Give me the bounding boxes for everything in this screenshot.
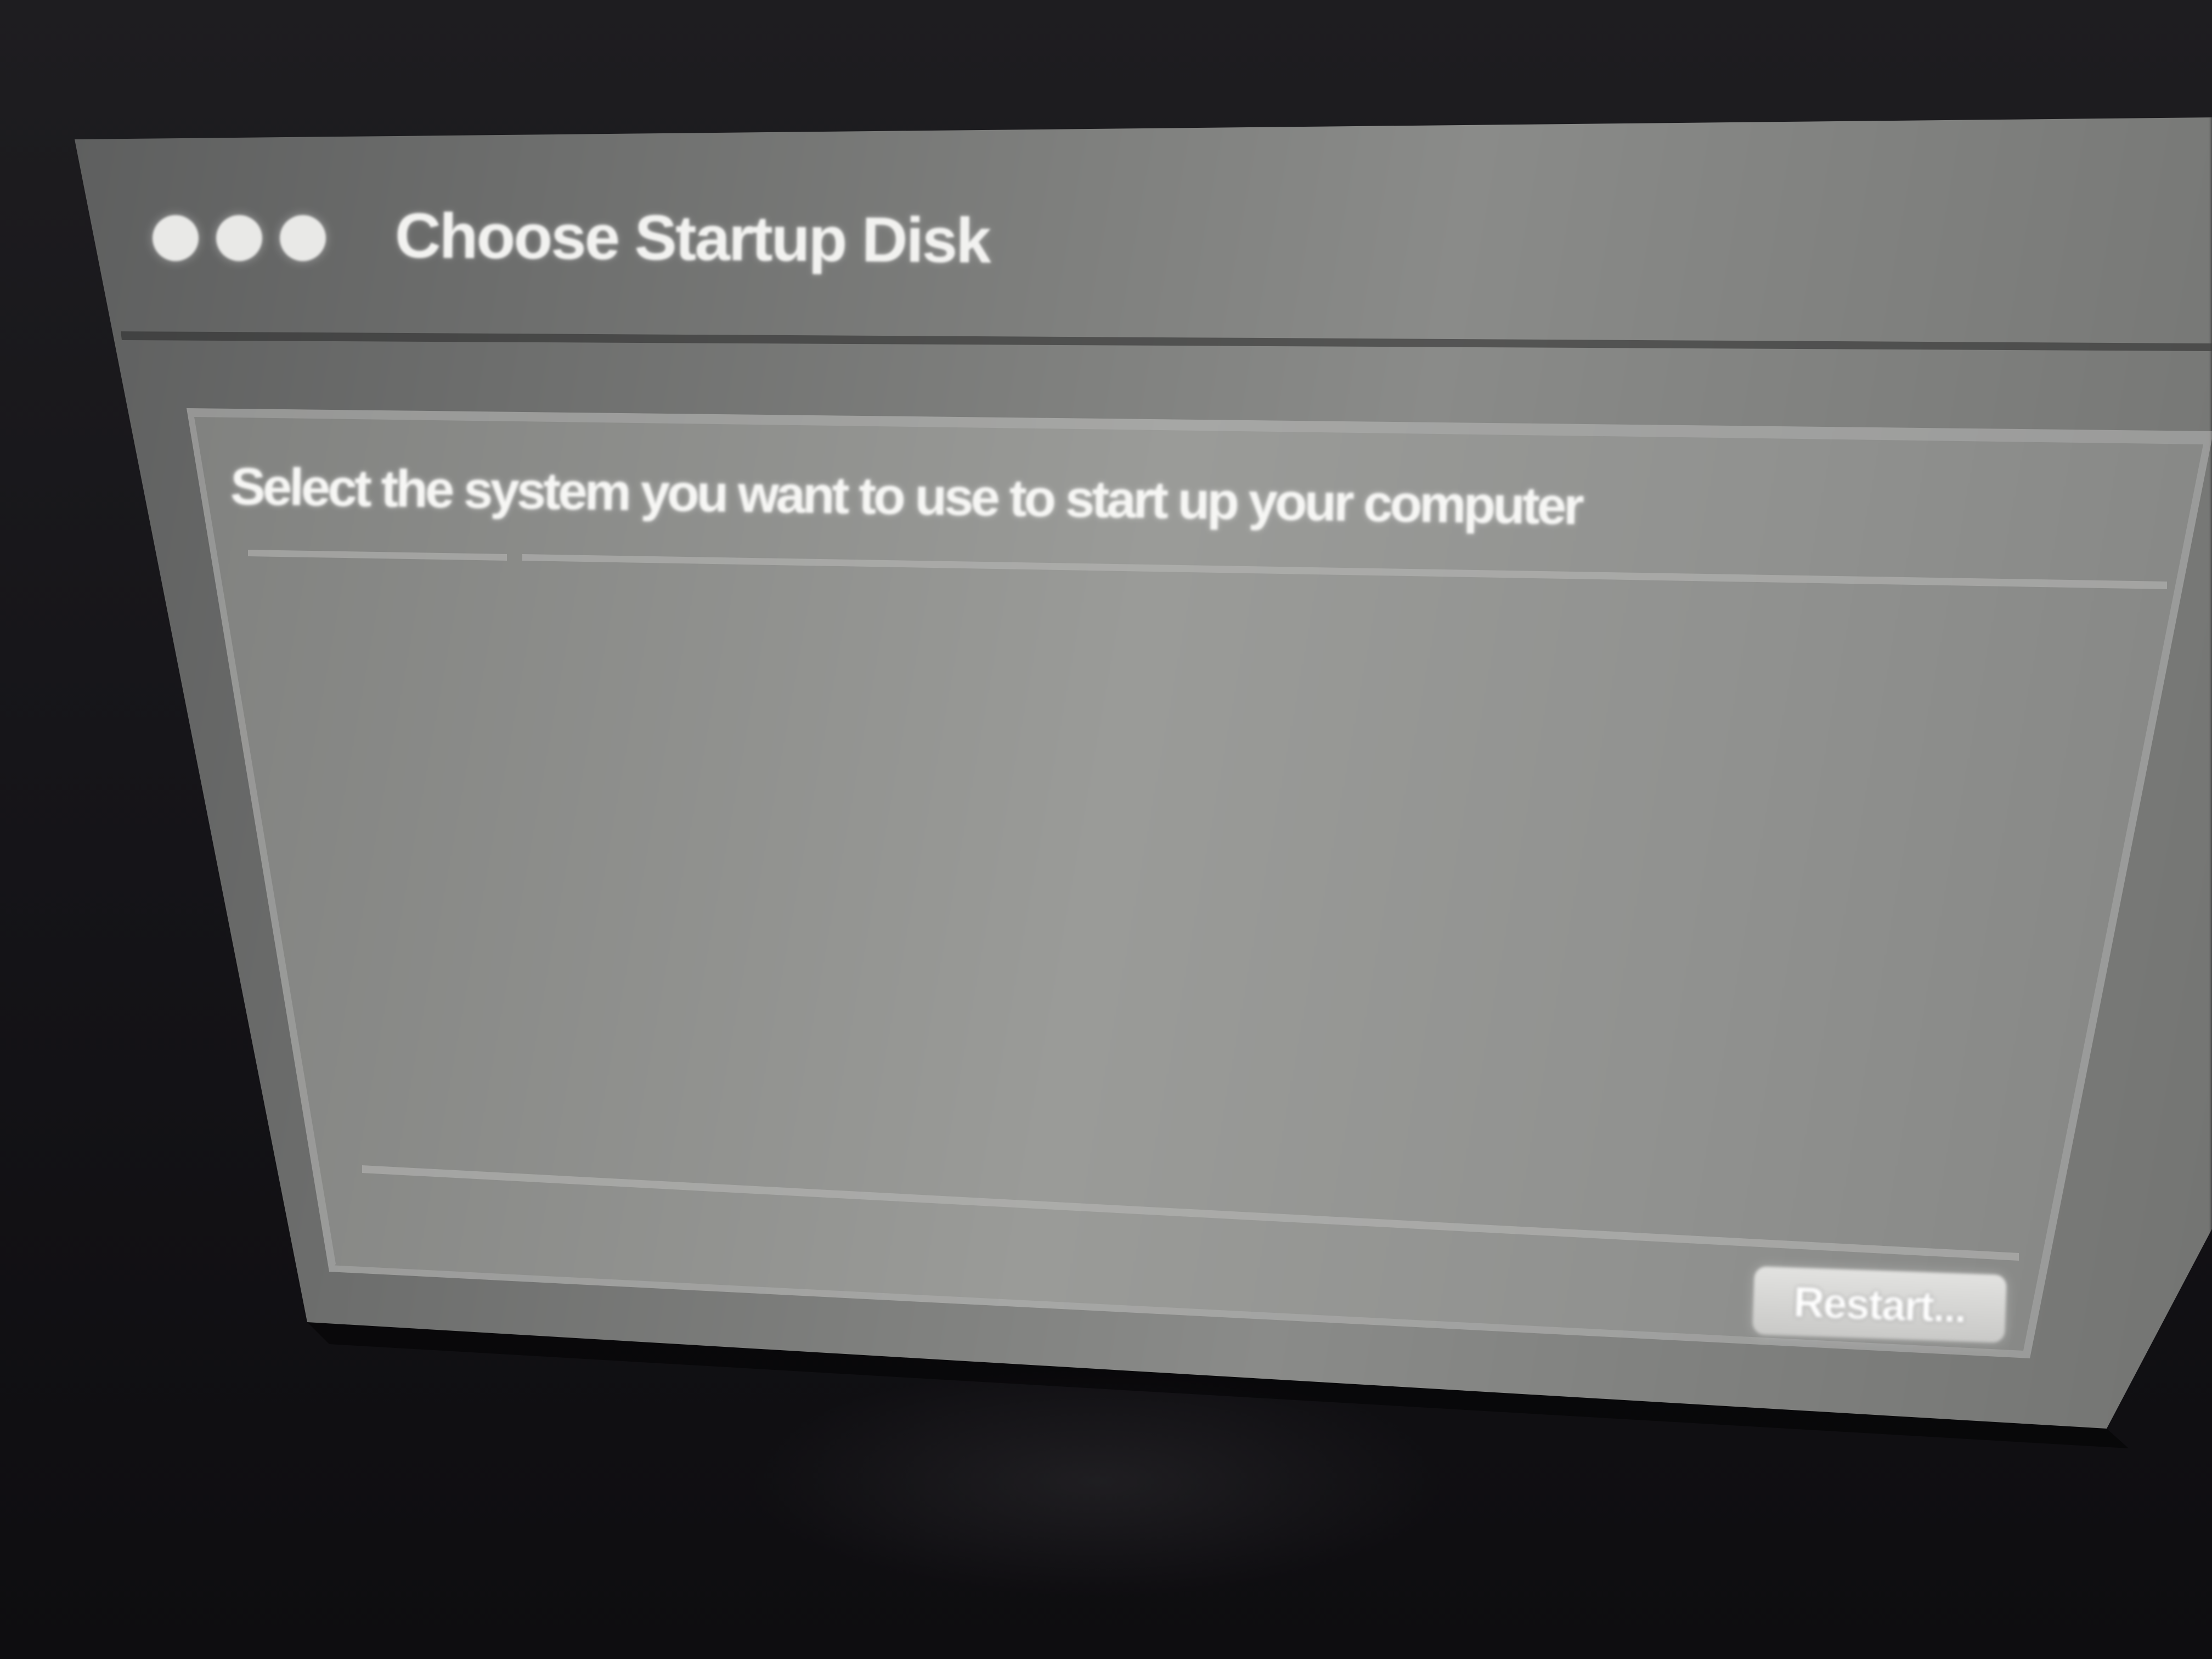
restart-button[interactable]: Restart... <box>1752 1266 2007 1343</box>
minimize-button[interactable] <box>216 215 262 261</box>
close-button[interactable] <box>153 215 199 261</box>
startup-disk-list[interactable] <box>285 592 2041 1141</box>
window-controls <box>153 215 326 261</box>
window-title: Choose Startup Disk <box>394 200 990 276</box>
zoom-button[interactable] <box>280 215 326 261</box>
desktop-background: Choose Startup Disk Select the system yo… <box>0 0 2212 1659</box>
